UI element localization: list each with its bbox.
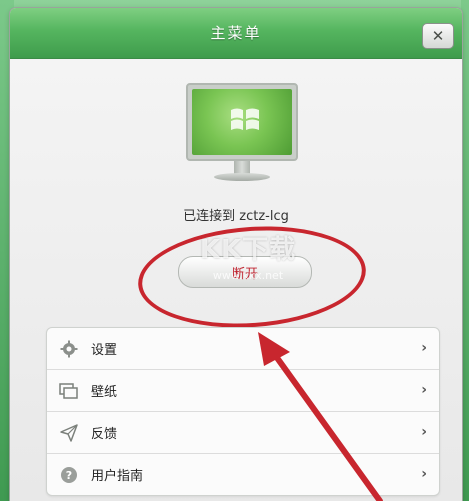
- content-area: 已连接到 zctz-lcg 断开 KK下载 www.kkx.net 设置 › 壁…: [10, 59, 462, 501]
- wallpaper-icon: [59, 381, 79, 401]
- menu-item-label: 反馈: [91, 427, 118, 442]
- menu-item-label: 用户指南: [91, 469, 144, 484]
- chevron-right-icon: ›: [421, 340, 427, 356]
- annotation-circle: [134, 219, 370, 335]
- menu-item-label: 壁纸: [91, 385, 118, 400]
- menu-item-label: 设置: [91, 343, 118, 358]
- chevron-right-icon: ›: [421, 382, 427, 398]
- background-right: [461, 0, 469, 501]
- monitor-icon: [186, 83, 298, 193]
- close-icon: ✕: [431, 27, 445, 45]
- window-title: 主菜单: [210, 24, 262, 42]
- svg-text:?: ?: [66, 469, 72, 482]
- windows-logo-icon: [231, 108, 259, 130]
- monitor-screen: [186, 83, 298, 161]
- menu-item-settings[interactable]: 设置 ›: [47, 328, 439, 370]
- gear-icon: [59, 339, 79, 359]
- title-bar: 主菜单 ✕: [10, 8, 462, 59]
- help-icon: ?: [59, 465, 79, 485]
- chevron-right-icon: ›: [421, 424, 427, 440]
- close-button[interactable]: ✕: [422, 23, 454, 49]
- menu-item-wallpaper[interactable]: 壁纸 ›: [47, 370, 439, 412]
- paper-plane-icon: [59, 423, 79, 443]
- menu-item-feedback[interactable]: 反馈 ›: [47, 412, 439, 454]
- settings-menu: 设置 › 壁纸 › 反馈 › ? 用户指南 ›: [46, 327, 440, 496]
- connection-status: 已连接到 zctz-lcg: [183, 209, 289, 224]
- main-menu-window: 主菜单 ✕ 已连接到 zctz-lcg 断开 KK下载 www.kkx.net …: [10, 8, 462, 501]
- monitor-base: [214, 173, 270, 181]
- menu-item-user-guide[interactable]: ? 用户指南 ›: [47, 454, 439, 495]
- chevron-right-icon: ›: [421, 466, 427, 482]
